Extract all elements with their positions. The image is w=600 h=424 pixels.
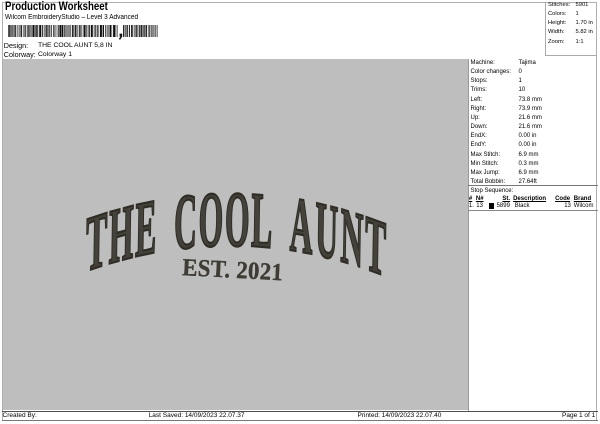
svg-text:H: H (108, 187, 134, 281)
svg-text:T: T (85, 195, 108, 289)
svg-text:E: E (135, 182, 158, 274)
svg-text:U: U (315, 185, 339, 278)
svg-text:L: L (251, 176, 273, 266)
svg-text:EST. 2021: EST. 2021 (182, 254, 284, 286)
svg-text:O: O (198, 175, 224, 264)
svg-text:T: T (364, 199, 386, 294)
svg-text:O: O (224, 175, 250, 263)
svg-text:N: N (340, 191, 364, 285)
svg-text:A: A (289, 180, 313, 272)
